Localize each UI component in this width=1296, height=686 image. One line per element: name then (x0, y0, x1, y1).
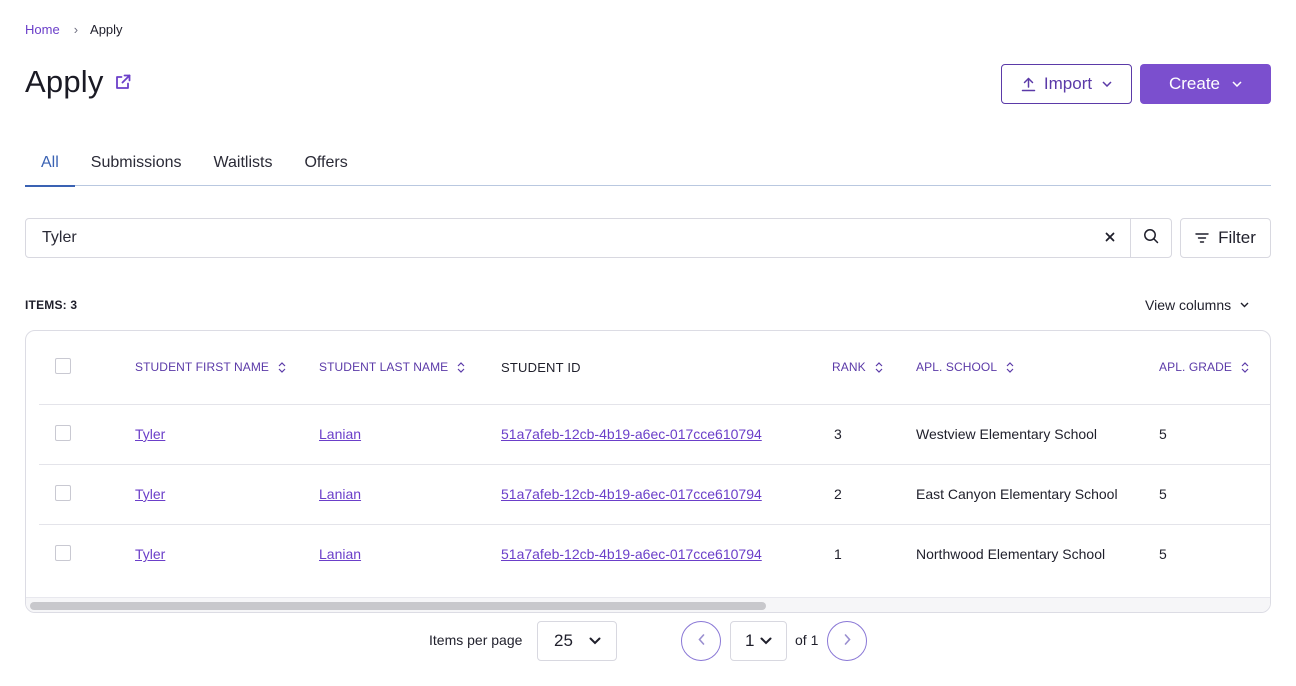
create-button[interactable]: Create (1140, 64, 1271, 104)
chevron-right-icon (844, 632, 851, 650)
items-per-page-select[interactable]: 25 (537, 621, 617, 661)
column-header-rank[interactable]: RANK (832, 360, 883, 374)
breadcrumb-separator: › (73, 22, 79, 37)
search-input[interactable] (26, 219, 1090, 257)
rank-cell: 1 (832, 523, 916, 584)
filter-button-label: Filter (1218, 228, 1256, 247)
tab-bar: All Submissions Waitlists Offers (25, 146, 1271, 187)
import-button[interactable]: Import (1001, 64, 1132, 104)
previous-page-button[interactable] (681, 621, 721, 661)
page-header: Apply (25, 64, 132, 100)
page-total-label: of 1 (795, 632, 819, 648)
column-header-label: STUDENT FIRST NAME (135, 360, 270, 375)
row-checkbox[interactable] (55, 484, 71, 501)
sort-icon (457, 361, 465, 373)
table-row: Tyler Lanian 51a7afeb-12cb-4b19-a6ec-017… (39, 403, 1270, 464)
sort-icon (1006, 361, 1014, 373)
upload-icon (1021, 77, 1036, 92)
column-header-last-name[interactable]: STUDENT LAST NAME (319, 360, 465, 374)
column-header-label: APL. SCHOOL (916, 360, 998, 375)
chevron-down-icon (1102, 81, 1112, 87)
table-header-row: STUDENT FIRST NAME STUDENT LAST NAME STU… (39, 331, 1270, 404)
tab-submissions[interactable]: Submissions (75, 146, 198, 186)
rank-cell: 3 (832, 403, 916, 464)
student-id-link[interactable]: 51a7afeb-12cb-4b19-a6ec-017cce610794 (501, 426, 762, 442)
page-title: Apply (25, 64, 104, 99)
clear-search-button[interactable] (1090, 219, 1130, 257)
items-per-page-label: Items per page (429, 632, 523, 648)
breadcrumb-home-link[interactable]: Home (25, 22, 60, 37)
applications-table: STUDENT FIRST NAME STUDENT LAST NAME STU… (25, 330, 1271, 613)
tab-offers[interactable]: Offers (288, 146, 363, 186)
items-count: ITEMS: 3 (25, 298, 78, 312)
school-cell: East Canyon Elementary School (916, 463, 1159, 524)
external-link-icon[interactable] (114, 73, 132, 91)
student-id-link[interactable]: 51a7afeb-12cb-4b19-a6ec-017cce610794 (501, 486, 762, 502)
last-name-link[interactable]: Lanian (319, 546, 361, 562)
sort-icon (1241, 361, 1249, 373)
tab-all[interactable]: All (25, 146, 75, 187)
filter-button[interactable]: Filter (1180, 218, 1271, 258)
chevron-left-icon (697, 632, 705, 650)
row-checkbox[interactable] (55, 544, 71, 561)
last-name-link[interactable]: Lanian (319, 486, 361, 502)
student-id-link[interactable]: 51a7afeb-12cb-4b19-a6ec-017cce610794 (501, 546, 762, 562)
column-header-label: STUDENT LAST NAME (319, 360, 449, 375)
chevron-down-icon (1232, 81, 1242, 87)
create-button-label: Create (1168, 74, 1221, 93)
grade-cell: 5 (1159, 523, 1270, 584)
scrollbar-thumb[interactable] (30, 602, 766, 610)
first-name-link[interactable]: Tyler (135, 426, 165, 442)
grade-cell: 5 (1159, 463, 1270, 524)
grade-cell: 5 (1159, 403, 1270, 464)
page-select[interactable]: 1 (730, 621, 787, 661)
search-button[interactable] (1130, 219, 1171, 257)
column-header-student-id: STUDENT ID (501, 359, 581, 375)
sort-icon (875, 361, 883, 373)
search-bar (25, 218, 1172, 258)
chevron-down-icon (589, 637, 601, 645)
column-header-first-name[interactable]: STUDENT FIRST NAME (135, 360, 286, 374)
current-page-value: 1 (745, 631, 755, 650)
school-cell: Westview Elementary School (916, 403, 1159, 464)
column-header-label: APL. GRADE (1159, 360, 1233, 375)
search-icon (1143, 228, 1159, 249)
first-name-link[interactable]: Tyler (135, 546, 165, 562)
first-name-link[interactable]: Tyler (135, 486, 165, 502)
column-header-grade[interactable]: APL. GRADE (1159, 360, 1249, 374)
items-per-page-value: 25 (554, 631, 573, 650)
rank-cell: 2 (832, 463, 916, 524)
last-name-link[interactable]: Lanian (319, 426, 361, 442)
breadcrumb: Home › Apply (25, 22, 123, 37)
tab-waitlists[interactable]: Waitlists (197, 146, 288, 186)
chevron-down-icon (760, 637, 772, 645)
view-columns-label: View columns (1145, 297, 1232, 313)
chevron-down-icon (1240, 302, 1249, 308)
select-all-checkbox[interactable] (55, 357, 71, 374)
breadcrumb-current: Apply (90, 22, 123, 37)
table-row: Tyler Lanian 51a7afeb-12cb-4b19-a6ec-017… (39, 463, 1270, 524)
school-cell: Northwood Elementary School (916, 523, 1159, 584)
view-columns-button[interactable]: View columns (1145, 297, 1249, 313)
column-header-school[interactable]: APL. SCHOOL (916, 360, 1014, 374)
filter-icon (1195, 232, 1209, 244)
row-checkbox[interactable] (55, 424, 71, 441)
next-page-button[interactable] (827, 621, 867, 661)
horizontal-scrollbar[interactable] (26, 597, 1270, 612)
import-button-label: Import (1043, 74, 1093, 93)
sort-icon (278, 361, 286, 373)
close-icon (1105, 229, 1115, 247)
column-header-label: RANK (832, 360, 866, 375)
table-row: Tyler Lanian 51a7afeb-12cb-4b19-a6ec-017… (39, 523, 1270, 584)
